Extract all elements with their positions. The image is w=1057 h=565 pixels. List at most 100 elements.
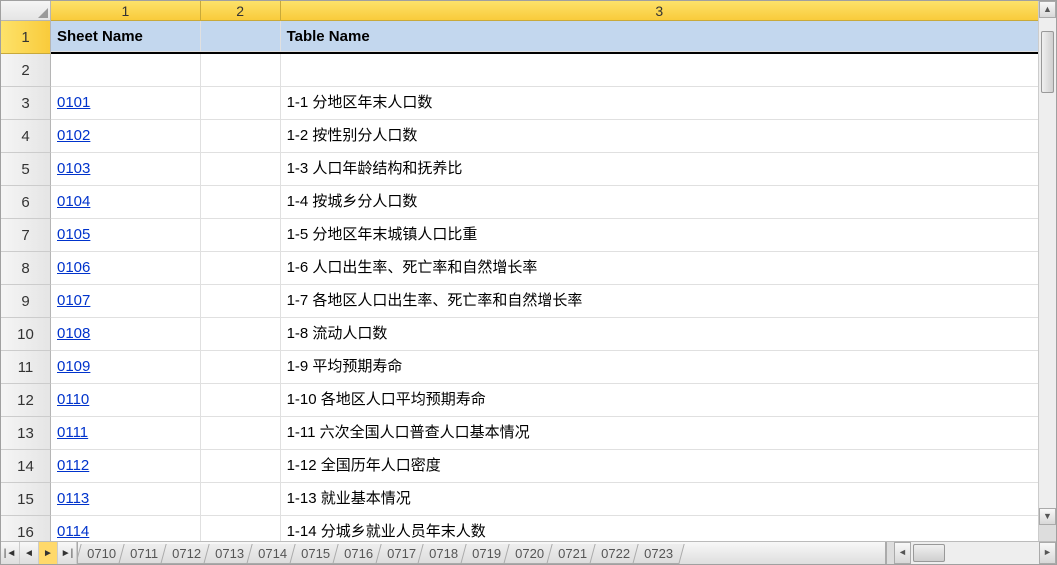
row-header-3[interactable]: 3 xyxy=(1,87,51,120)
cell[interactable] xyxy=(201,516,281,542)
sheet-link[interactable]: 0111 xyxy=(57,424,88,441)
tab-scroll-split[interactable] xyxy=(886,542,894,564)
sheet-link[interactable]: 0108 xyxy=(57,325,90,342)
cell[interactable]: 0113 xyxy=(51,483,201,516)
cell[interactable]: 1-4 按城乡分人口数 xyxy=(281,186,1039,219)
cell[interactable] xyxy=(281,54,1039,87)
cell[interactable]: 1-3 人口年龄结构和抚养比 xyxy=(281,153,1039,186)
cell[interactable]: 0109 xyxy=(51,351,201,384)
sheet-link[interactable]: 0104 xyxy=(57,193,90,210)
sheet-link[interactable]: 0113 xyxy=(57,490,89,507)
scroll-down-button[interactable]: ▼ xyxy=(1039,508,1056,525)
vertical-scroll-thumb[interactable] xyxy=(1041,31,1054,93)
cell[interactable]: 1-12 全国历年人口密度 xyxy=(281,450,1039,483)
prev-sheet-button[interactable]: ◄ xyxy=(20,542,39,564)
cell[interactable]: 0106 xyxy=(51,252,201,285)
row-header-1[interactable]: 1 xyxy=(1,21,51,54)
cell[interactable]: 0112 xyxy=(51,450,201,483)
cell[interactable]: 1-5 分地区年末城镇人口比重 xyxy=(281,219,1039,252)
vertical-scrollbar[interactable]: ▲ ▼ xyxy=(1038,1,1056,542)
cell[interactable]: Table Name xyxy=(281,21,1039,52)
cell[interactable]: 1-13 就业基本情况 xyxy=(281,483,1039,516)
cell[interactable]: 0101 xyxy=(51,87,201,120)
horizontal-scroll-track[interactable] xyxy=(911,542,1039,564)
cell[interactable]: 0110 xyxy=(51,384,201,417)
cell[interactable]: 0111 xyxy=(51,417,201,450)
cell[interactable]: 1-6 人口出生率、死亡率和自然增长率 xyxy=(281,252,1039,285)
cell[interactable] xyxy=(201,153,281,186)
sheet-link[interactable]: 0101 xyxy=(57,94,90,111)
cell[interactable] xyxy=(201,351,281,384)
cell[interactable]: 0105 xyxy=(51,219,201,252)
cell[interactable] xyxy=(201,252,281,285)
scroll-right-button[interactable]: ► xyxy=(1039,542,1056,564)
column-header-2[interactable]: 2 xyxy=(201,1,281,21)
row-header-5[interactable]: 5 xyxy=(1,153,51,186)
cell[interactable] xyxy=(201,219,281,252)
sheet-link[interactable]: 0107 xyxy=(57,292,90,309)
cell[interactable]: 1-1 分地区年末人口数 xyxy=(281,87,1039,120)
cell[interactable]: 1-14 分城乡就业人员年末人数 xyxy=(281,516,1039,542)
cell[interactable]: 1-11 六次全国人口普查人口基本情况 xyxy=(281,417,1039,450)
cell[interactable] xyxy=(201,318,281,351)
sheet-tab-0723[interactable]: 0723 xyxy=(632,544,684,564)
row-header-4[interactable]: 4 xyxy=(1,120,51,153)
horizontal-scrollbar[interactable]: ◄ ► xyxy=(885,542,1056,564)
cell[interactable]: Sheet Name xyxy=(51,21,201,52)
row-header-11[interactable]: 11 xyxy=(1,351,51,384)
column-header-3[interactable]: 3 xyxy=(281,1,1039,21)
cell[interactable] xyxy=(201,417,281,450)
sheet-link[interactable]: 0112 xyxy=(57,457,89,474)
sheet-link[interactable]: 0103 xyxy=(57,160,90,177)
row-header-7[interactable]: 7 xyxy=(1,219,51,252)
row-header-13[interactable]: 13 xyxy=(1,417,51,450)
cell[interactable]: 0114 xyxy=(51,516,201,542)
scroll-left-button[interactable]: ◄ xyxy=(894,542,911,564)
row-header-12[interactable]: 12 xyxy=(1,384,51,417)
table-row: 0106 1-6 人口出生率、死亡率和自然增长率 xyxy=(51,252,1039,285)
cell[interactable]: 0103 xyxy=(51,153,201,186)
cell[interactable]: 1-2 按性别分人口数 xyxy=(281,120,1039,153)
cell[interactable]: 0104 xyxy=(51,186,201,219)
sheet-link[interactable]: 0114 xyxy=(57,523,89,540)
select-all-corner[interactable] xyxy=(1,1,51,21)
scroll-up-button[interactable]: ▲ xyxy=(1039,1,1056,18)
row-header-2[interactable]: 2 xyxy=(1,54,51,87)
sheet-link[interactable]: 0109 xyxy=(57,358,90,375)
cell[interactable] xyxy=(201,483,281,516)
cell[interactable] xyxy=(51,54,201,87)
cell[interactable]: 1-7 各地区人口出生率、死亡率和自然增长率 xyxy=(281,285,1039,318)
column-header-1[interactable]: 1 xyxy=(51,1,201,21)
cell[interactable] xyxy=(201,384,281,417)
row-header-14[interactable]: 14 xyxy=(1,450,51,483)
horizontal-split-handle[interactable] xyxy=(1039,524,1056,542)
cell[interactable]: 1-9 平均预期寿命 xyxy=(281,351,1039,384)
cell[interactable] xyxy=(201,186,281,219)
cell[interactable] xyxy=(201,54,281,87)
cells-area[interactable]: Sheet Name Table Name 0101 1-1 分地区年末人口数 0102… xyxy=(51,21,1039,542)
cell[interactable]: 0102 xyxy=(51,120,201,153)
cell[interactable]: 1-10 各地区人口平均预期寿命 xyxy=(281,384,1039,417)
row-header-15[interactable]: 15 xyxy=(1,483,51,516)
sheet-link[interactable]: 0102 xyxy=(57,127,90,144)
next-sheet-button[interactable]: ► xyxy=(39,542,58,564)
cell[interactable]: 0108 xyxy=(51,318,201,351)
row-header-16[interactable]: 16 xyxy=(1,516,51,542)
row-header-8[interactable]: 8 xyxy=(1,252,51,285)
row-header-6[interactable]: 6 xyxy=(1,186,51,219)
first-sheet-button[interactable]: |◄ xyxy=(1,542,20,564)
cell[interactable] xyxy=(201,120,281,153)
cell[interactable] xyxy=(201,21,281,52)
row-header-9[interactable]: 9 xyxy=(1,285,51,318)
cell[interactable]: 1-8 流动人口数 xyxy=(281,318,1039,351)
cell[interactable] xyxy=(201,285,281,318)
last-sheet-button[interactable]: ►| xyxy=(58,542,77,564)
sheet-link[interactable]: 0105 xyxy=(57,226,90,243)
horizontal-scroll-thumb[interactable] xyxy=(913,544,945,562)
sheet-link[interactable]: 0110 xyxy=(57,391,89,408)
row-header-10[interactable]: 10 xyxy=(1,318,51,351)
sheet-link[interactable]: 0106 xyxy=(57,259,90,276)
cell[interactable] xyxy=(201,87,281,120)
cell[interactable] xyxy=(201,450,281,483)
cell[interactable]: 0107 xyxy=(51,285,201,318)
